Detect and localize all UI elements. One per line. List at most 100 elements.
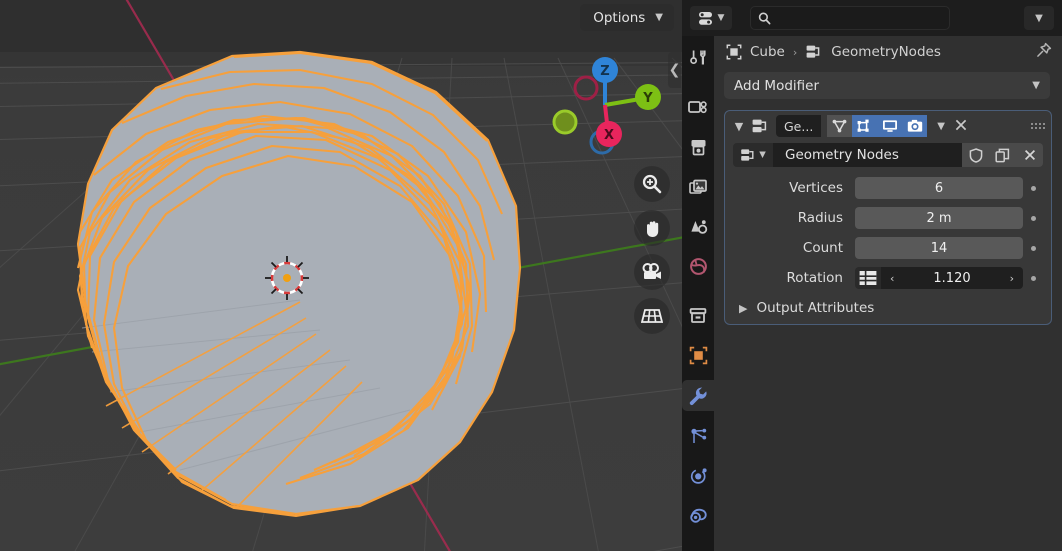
tool-icon: [689, 50, 706, 65]
particles-icon: [690, 428, 706, 443]
viewport-collapse-arrow[interactable]: ❮: [668, 52, 681, 88]
properties-tab-strip[interactable]: [682, 36, 714, 551]
on-cage-toggle[interactable]: [852, 115, 878, 137]
add-modifier-label: Add Modifier: [734, 77, 820, 94]
breadcrumb-modifier-name[interactable]: GeometryNodes: [831, 44, 941, 60]
constraints-icon: [689, 508, 707, 523]
input-label-rotation: Rotation: [786, 270, 843, 286]
chevron-down-icon: ▼: [1032, 80, 1040, 91]
modifier-header-row: ▼ Ge... ▼: [725, 111, 1051, 141]
sidebar-item-particles[interactable]: [683, 420, 713, 451]
rotation-increment-arrow[interactable]: ›: [1010, 272, 1014, 285]
world-globe-icon: [689, 258, 707, 275]
edit-mode-display-toggle[interactable]: [827, 115, 853, 137]
rotation-decrement-arrow[interactable]: ‹: [890, 272, 894, 285]
input-row-radius: Radius 2 m: [733, 205, 1043, 231]
rotation-value-text: 1.120: [933, 270, 971, 286]
add-modifier-button[interactable]: Add Modifier ▼: [724, 72, 1050, 99]
camera-icon[interactable]: [634, 254, 670, 290]
chevron-down-icon: ▼: [717, 13, 725, 23]
viewport-options-label: Options: [593, 9, 646, 26]
camera-icon: [907, 119, 922, 132]
render-display-toggle[interactable]: [902, 115, 928, 137]
breadcrumb-object-name[interactable]: Cube: [750, 44, 785, 60]
svg-text:X: X: [604, 128, 614, 143]
node-group-browse-button[interactable]: ▼: [733, 143, 773, 167]
modifier-panel: ▼ Ge... ▼ ▼ Geometry Nodes Vertices 6 Ra…: [724, 110, 1052, 325]
breadcrumb: Cube › GeometryNodes: [714, 36, 1062, 68]
shield-fake-user-icon[interactable]: [962, 143, 989, 167]
input-value-count[interactable]: 14: [855, 237, 1023, 259]
chevron-down-icon: ▼: [655, 12, 663, 23]
sidebar-item-render[interactable]: [683, 91, 713, 122]
breadcrumb-separator: ›: [792, 45, 798, 59]
cage-box-icon: [857, 119, 869, 132]
sidebar-item-collection[interactable]: [683, 300, 713, 331]
animate-dot-icon[interactable]: [1023, 275, 1043, 281]
node-group-unlink-icon[interactable]: [1016, 143, 1043, 167]
chevron-down-icon: ▼: [759, 150, 766, 160]
animate-dot-icon[interactable]: [1023, 245, 1043, 251]
object-data-icon: [726, 44, 742, 60]
sidebar-item-object[interactable]: [683, 340, 713, 371]
pin-icon[interactable]: [1036, 42, 1052, 62]
editor-type-selector[interactable]: ▼: [690, 6, 732, 30]
sidebar-item-output[interactable]: [683, 131, 713, 162]
node-group-name-text: Geometry Nodes: [785, 147, 899, 163]
physics-orbit-icon: [690, 468, 707, 484]
input-row-vertices: Vertices 6: [733, 175, 1043, 201]
drag-dots-icon[interactable]: [1031, 123, 1045, 129]
rotation-value-field[interactable]: ‹ 1.120 ›: [881, 267, 1023, 289]
animate-dot-icon[interactable]: [1023, 185, 1043, 191]
modifier-dropdown-chevron[interactable]: ▼: [937, 121, 945, 132]
input-value-vertices[interactable]: 6: [855, 177, 1023, 199]
navigation-gizmo[interactable]: Z Y X: [546, 48, 664, 158]
blender-window: Options ▼ Z Y X ❮ ▼ ▼ Cube › GeometryNod…: [0, 0, 1062, 551]
hand-icon[interactable]: [634, 210, 670, 246]
sidebar-item-object-constraints[interactable]: [683, 500, 713, 531]
monitor-icon: [882, 120, 897, 132]
input-row-count: Count 14: [733, 235, 1043, 261]
input-row-rotation: Rotation ‹ 1.120 ›: [733, 265, 1043, 291]
geometry-nodes-icon: [741, 148, 754, 161]
svg-text:Z: Z: [600, 64, 609, 79]
viewport-options-button[interactable]: Options ▼: [580, 4, 674, 31]
wrench-icon: [689, 386, 707, 405]
animate-dot-icon[interactable]: [1023, 215, 1043, 221]
realtime-display-toggle[interactable]: [877, 115, 903, 137]
sidebar-item-modifiers[interactable]: [682, 380, 714, 411]
svg-text:Y: Y: [642, 91, 653, 106]
chevron-right-icon: ▶: [739, 301, 748, 315]
input-label-count: Count: [802, 240, 843, 256]
3d-viewport[interactable]: Options ▼ Z Y X ❮: [0, 0, 682, 551]
matrix-transform-icon[interactable]: [855, 267, 881, 289]
search-input[interactable]: [777, 10, 942, 26]
grid-icon[interactable]: [634, 298, 670, 334]
chevron-down-icon[interactable]: ▼: [733, 120, 745, 133]
modifier-close-icon[interactable]: [954, 117, 968, 136]
render-camera-icon: [688, 101, 707, 114]
scene-cone-icon: [690, 219, 707, 234]
sidebar-item-physics[interactable]: [683, 460, 713, 491]
chevron-down-icon: ▼: [1035, 12, 1043, 24]
filter-dropdown-button[interactable]: ▼: [1024, 6, 1054, 30]
search-field[interactable]: [750, 6, 950, 30]
input-label-radius: Radius: [797, 210, 843, 226]
printer-output-icon: [691, 139, 705, 155]
sidebar-item-world[interactable]: [683, 251, 713, 282]
properties-editor: ▼ ▼ Cube › GeometryNodes Add Modifier ▼ …: [682, 0, 1062, 551]
output-attributes-section[interactable]: ▶ Output Attributes: [739, 300, 1043, 316]
input-value-radius[interactable]: 2 m: [855, 207, 1023, 229]
object-square-icon: [689, 346, 707, 365]
output-attributes-label: Output Attributes: [756, 300, 875, 316]
sidebar-item-scene[interactable]: [683, 211, 713, 242]
node-group-row: ▼ Geometry Nodes: [733, 141, 1043, 169]
sidebar-item-view-layer[interactable]: [683, 171, 713, 202]
modifier-name-field[interactable]: Ge...: [776, 115, 822, 137]
zoom-icon[interactable]: [634, 166, 670, 202]
node-group-name-field[interactable]: Geometry Nodes: [773, 143, 962, 167]
search-icon: [758, 11, 771, 24]
sidebar-item-tool[interactable]: [683, 42, 713, 73]
duplicate-copy-icon[interactable]: [989, 143, 1016, 167]
vertex-triangle-icon: [832, 119, 847, 133]
